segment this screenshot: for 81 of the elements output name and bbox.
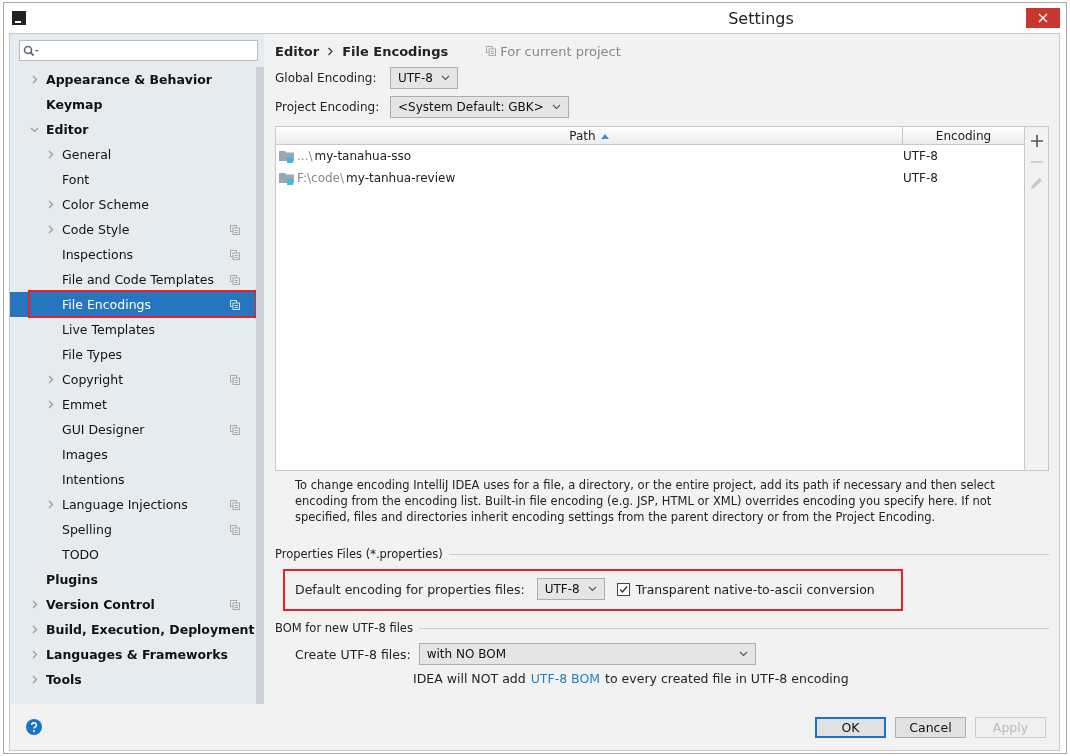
tree-item[interactable]: Color Scheme <box>10 192 256 217</box>
tree-item[interactable]: File Types <box>10 342 256 367</box>
column-header[interactable]: Encoding <box>902 127 1024 144</box>
chevron-right-icon[interactable] <box>30 75 39 84</box>
tree-item[interactable]: File and Code Templates <box>10 267 256 292</box>
chevron-right-icon[interactable] <box>30 625 39 634</box>
tree-item[interactable]: Images <box>10 442 256 467</box>
chevron-right-icon[interactable] <box>46 400 55 409</box>
project-scope-icon <box>486 46 497 56</box>
chevron-down-icon[interactable] <box>30 125 39 134</box>
bom-link[interactable]: UTF-8 BOM <box>530 671 601 686</box>
scrollbar[interactable] <box>256 67 264 704</box>
ok-button[interactable]: OK <box>815 716 886 738</box>
tree-item[interactable]: General <box>10 142 256 167</box>
folder-icon <box>279 149 295 163</box>
checkbox[interactable] <box>616 582 630 596</box>
tree-item[interactable]: Version Control <box>10 592 256 617</box>
tree-item[interactable]: Font <box>10 167 256 192</box>
field-label: Global Encoding: <box>275 71 378 85</box>
chevron-right-icon[interactable] <box>46 150 55 159</box>
tree-item[interactable]: Code Style <box>10 217 256 242</box>
tree-item[interactable]: Emmet <box>10 392 256 417</box>
tree-item[interactable]: Appearance & Behavior <box>10 67 256 92</box>
chevron-down-icon <box>738 651 748 657</box>
window-title: Settings <box>727 8 794 28</box>
tree-item[interactable]: GUI Designer <box>10 417 256 442</box>
chevron-right-icon[interactable] <box>30 650 39 659</box>
tree-item[interactable]: File Encodings <box>10 292 256 317</box>
group-title: BOM for new UTF-8 files <box>275 621 413 635</box>
tree-item[interactable]: Inspections <box>10 242 256 267</box>
close-button[interactable] <box>1026 8 1060 28</box>
chevron-right-icon[interactable] <box>46 375 55 384</box>
chevron-right-icon[interactable] <box>30 600 39 609</box>
tree-item[interactable]: Editor <box>10 117 256 142</box>
description-text: To change encoding IntelliJ IDEA uses for a file, a directory, or the entire project, add its path if necessary and then select encoding from the encoding list. Built-in file encoding (e.g. JSP, HTML or XML) overrides encoding you specify here. If not specified, files and directories inherit encoding settings from the parent directory or from the Project Encoding. <box>295 477 996 525</box>
chevron-right-icon[interactable] <box>46 225 55 234</box>
close-icon <box>1038 13 1048 23</box>
dialog-button[interactable]: Cancel <box>895 716 966 738</box>
encoding-dropdown[interactable]: UTF-8 <box>390 67 458 89</box>
table-cell-text: UTF-8 <box>902 149 939 163</box>
transparent-checkbox[interactable]: Transparent native-to-ascii conversion <box>616 581 875 597</box>
chevron-down-icon <box>587 586 597 592</box>
note-text: to every created file in UTF-8 encoding <box>605 671 849 686</box>
tree-item[interactable]: Live Templates <box>10 317 256 342</box>
chevron-right-icon[interactable] <box>46 500 55 509</box>
field-label: Create UTF-8 files: <box>295 646 411 662</box>
tree-item[interactable]: Build, Execution, Deployment <box>10 617 256 642</box>
note-text: IDEA will NOT add <box>413 671 526 686</box>
field-label: Project Encoding: <box>275 100 381 114</box>
tree-item[interactable]: Keymap <box>10 92 256 117</box>
chevron-right-icon[interactable] <box>30 675 39 684</box>
path-cell: F:\code\ my-tanhua-review <box>276 171 900 185</box>
help-icon[interactable] <box>26 719 42 735</box>
app-logo-icon <box>12 11 26 25</box>
tree-item[interactable]: Language Injections <box>10 492 256 517</box>
search-icon <box>23 44 39 57</box>
folder-icon <box>279 171 295 185</box>
tree-item[interactable]: Intentions <box>10 467 256 492</box>
tree-item[interactable]: Spelling <box>10 517 256 542</box>
breadcrumb-parent: Editor <box>275 43 320 59</box>
chevron-down-icon <box>551 104 561 110</box>
search-field[interactable] <box>19 40 258 61</box>
tree-item[interactable]: Copyright <box>10 367 256 392</box>
tree-item[interactable]: Plugins <box>10 567 256 592</box>
chevron-right-icon[interactable] <box>46 200 55 209</box>
encoding-dropdown[interactable]: UTF-8 <box>536 578 605 600</box>
chevron-down-icon <box>441 75 450 81</box>
tree-item[interactable]: Tools <box>10 667 256 692</box>
field-label: Default encoding for properties files: <box>295 581 525 597</box>
scope-label: For current project <box>500 43 621 59</box>
add-icon[interactable] <box>1030 135 1043 147</box>
encoding-dropdown[interactable]: <System Default: GBK> <box>390 96 569 118</box>
group-title: Properties Files (*.properties) <box>275 547 443 561</box>
column-header[interactable]: Path <box>276 127 902 144</box>
tree-item[interactable]: Languages & Frameworks <box>10 642 256 667</box>
table-cell-text: UTF-8 <box>902 171 939 185</box>
chevron-right-icon <box>327 46 335 56</box>
path-cell: ...\ my-tanahua-sso <box>276 149 900 163</box>
breadcrumb-current: File Encodings <box>342 43 449 59</box>
tree-item[interactable]: TODO <box>10 542 256 567</box>
bom-dropdown[interactable]: with NO BOM <box>418 643 756 665</box>
